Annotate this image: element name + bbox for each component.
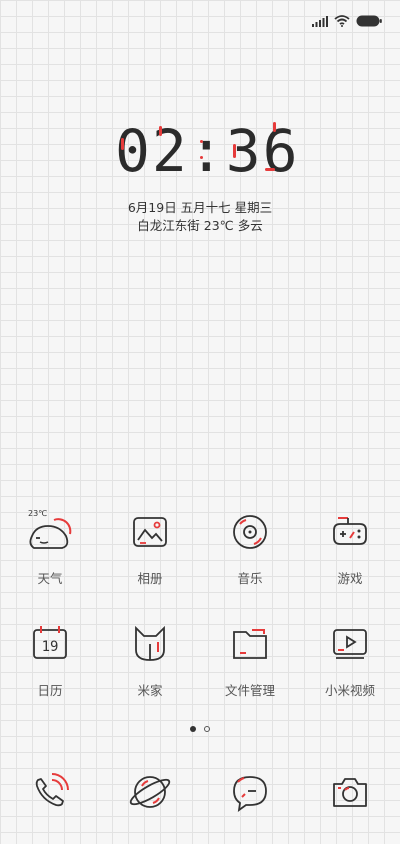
app-label: 音乐 [237,571,263,586]
camera-icon [326,768,374,816]
app-gallery[interactable]: 相册 [100,508,200,587]
messages-icon [226,768,274,816]
app-game[interactable]: 游戏 [300,508,400,587]
clock-accent [233,144,236,158]
weather-icon: 23℃ [26,508,74,556]
video-icon [326,620,374,668]
app-row-2: 19 日历 米家 文件管理 小米视频 [0,620,400,699]
app-label: 相册 [137,571,163,586]
app-label: 米家 [137,683,163,698]
clock-accent [265,168,275,171]
clock-accent [200,140,203,143]
app-music[interactable]: 音乐 [200,508,300,587]
clock-widget[interactable]: 02:36 [0,118,400,184]
app-mijia[interactable]: 米家 [100,620,200,699]
app-calendar[interactable]: 19 日历 [0,620,100,699]
clock-accent [159,126,162,136]
app-label: 天气 [37,571,63,586]
app-label: 日历 [37,683,63,698]
app-weather[interactable]: 23℃ 天气 [0,508,100,587]
weather-icon-graphic: 23℃ [28,509,72,549]
weather-icon-temp: 23℃ [28,509,47,518]
mijia-icon [126,620,174,668]
dock [0,768,400,816]
phone-icon [26,768,74,816]
page-indicator[interactable] [0,726,400,732]
location-weather-text: 白龙江东街 23℃ 多云 [137,218,263,233]
browser-icon [126,768,174,816]
wifi-icon [334,12,350,31]
app-label: 文件管理 [224,683,275,698]
clock-time: 02:36 [115,117,300,185]
signal-icon [312,12,328,31]
app-row-1: 23℃ 天气 相册 音乐 游戏 [0,508,400,587]
calendar-day: 19 [42,639,59,655]
app-label: 游戏 [337,571,363,586]
battery-icon [356,12,382,31]
clock-accent [121,138,124,150]
clock-accent [200,156,203,159]
date-text: 6月19日 五月十七 星期三 [127,200,273,215]
calendar-icon: 19 [26,620,74,668]
dock-camera[interactable] [300,768,400,816]
app-label: 小米视频 [324,683,375,698]
game-icon [326,508,374,556]
page-dot[interactable] [204,726,210,732]
music-icon [226,508,274,556]
status-bar [312,12,382,31]
gallery-icon [126,508,174,556]
folder-icon [226,620,274,668]
dock-browser[interactable] [100,768,200,816]
app-files[interactable]: 文件管理 [200,620,300,699]
dock-phone[interactable] [0,768,100,816]
page-dot-active[interactable] [190,726,196,732]
dock-messages[interactable] [200,768,300,816]
app-video[interactable]: 小米视频 [300,620,400,699]
clock-accent [273,122,276,132]
